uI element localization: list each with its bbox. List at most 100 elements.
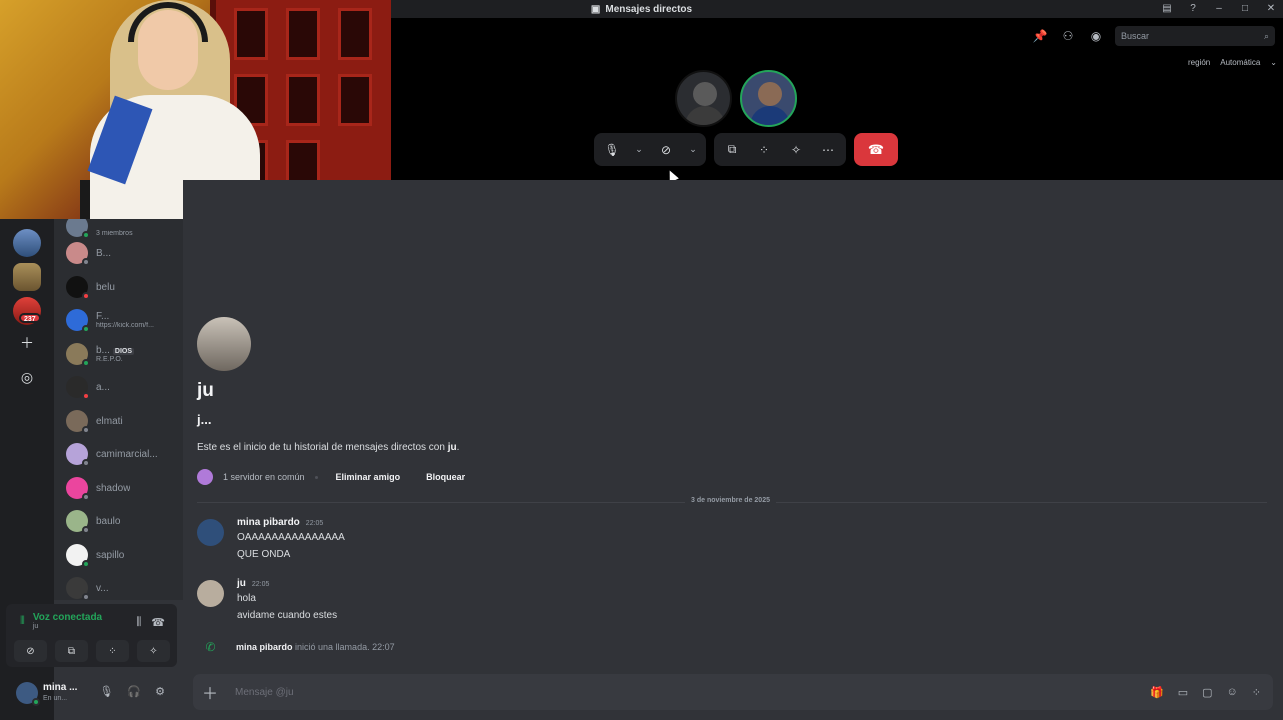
status-online [82, 359, 90, 367]
soundboard-button[interactable]: ✧ [137, 640, 170, 662]
noise-suppression-icon[interactable]: ⫼ [136, 616, 141, 629]
call-toolbar: 📌 ⚇ ◉ Buscar ⌕ [1031, 26, 1275, 46]
message-input[interactable]: Mensaje @ju [227, 687, 1150, 698]
block-button[interactable]: Bloquear [418, 468, 473, 486]
date-divider-label: 3 de noviembre de 2025 [685, 497, 776, 504]
camera-button[interactable]: ⊘ [14, 640, 47, 662]
dm-sub: R.E.P.O. [96, 356, 123, 363]
disconnect-icon[interactable]: ☎ [151, 616, 165, 629]
user-name[interactable]: mina ... [43, 682, 77, 693]
discover-icon[interactable]: ◎ [13, 363, 41, 391]
search-input[interactable]: Buscar ⌕ [1115, 26, 1275, 46]
chevron-down-icon[interactable]: ⌄ [688, 140, 698, 160]
region-selector[interactable]: región Automática ⌄ [1188, 58, 1277, 67]
dm-avatar [66, 219, 90, 239]
headphones-icon[interactable]: 🎧 [127, 685, 141, 698]
screen-share-icon: ⧉ [67, 645, 76, 657]
intro-text-name: ju [447, 442, 457, 453]
activities-button[interactable]: ⁘ [96, 640, 129, 662]
status-online [82, 560, 90, 568]
help-icon[interactable]: ? [1187, 3, 1199, 15]
gift-icon[interactable]: 🎁 [1150, 686, 1164, 699]
voice-actions: ⫼ ☎ [136, 616, 165, 629]
maximize-button[interactable]: □ [1239, 3, 1251, 15]
dm-item[interactable]: baulo [66, 506, 183, 536]
participant-avatar-mina[interactable] [740, 70, 797, 127]
screen-share-button[interactable]: ⧉ [55, 640, 88, 662]
voice-channel-name: ju [32, 623, 39, 630]
apps-icon[interactable]: ⁘ [1252, 686, 1261, 699]
dm-item[interactable]: belu [66, 272, 183, 302]
minimize-button[interactable]: – [1213, 3, 1225, 15]
status-online [82, 325, 90, 333]
microphone-icon[interactable]: 🎙 [99, 685, 113, 698]
more-options-icon[interactable]: ⋯ [818, 140, 838, 160]
mutual-server-icon[interactable] [197, 469, 213, 485]
pin-icon[interactable]: 📌 [1031, 27, 1049, 45]
participant-avatar-ju[interactable] [675, 70, 732, 127]
system-message-author[interactable]: mina pibardo [236, 642, 293, 652]
avatar[interactable] [197, 519, 224, 546]
region-value[interactable]: Automática [1220, 58, 1260, 67]
voice-status[interactable]: ⦀ Voz conectada ju [20, 612, 102, 630]
call-participants [675, 70, 797, 127]
dm-item[interactable]: a... [66, 372, 183, 402]
screen-share-icon[interactable]: ⧉ [722, 140, 742, 160]
avatar[interactable] [197, 580, 224, 607]
user-profile-icon[interactable]: ◉ [1087, 27, 1105, 45]
server-icon-1[interactable] [13, 229, 41, 257]
sticker-icon[interactable]: ▢ [1202, 686, 1212, 699]
add-server-icon[interactable]: ＋ [13, 329, 41, 357]
dm-item[interactable]: shadow [66, 473, 183, 503]
message-author[interactable]: ju [237, 578, 246, 589]
server-icon-2[interactable] [13, 263, 41, 291]
intro-display-name: ju [197, 380, 214, 401]
system-message-time: 22:07 [372, 642, 395, 652]
dm-avatar [66, 577, 90, 600]
voice-status-title: Voz conectada [32, 612, 103, 623]
gif-icon[interactable]: ▭ [1178, 686, 1188, 699]
dm-item[interactable]: elmati [66, 406, 183, 436]
intro-text-prefix: Este es el inicio de tu historial de men… [197, 442, 448, 453]
dm-item[interactable]: B... [66, 238, 183, 268]
window-title: ▣ Mensajes directos [591, 4, 692, 15]
gear-icon[interactable]: ⚙ [155, 685, 165, 698]
avatar-body [750, 106, 790, 125]
dm-avatar [66, 477, 90, 501]
intro-avatar[interactable] [197, 317, 251, 371]
add-friend-icon[interactable]: ⚇ [1059, 27, 1077, 45]
close-button[interactable]: ✕ [1265, 3, 1277, 15]
avatar-body [685, 106, 725, 125]
dm-item[interactable]: sapillo [66, 540, 183, 570]
dm-list: 3 miembros B... belu F... https://kick.c… [54, 219, 183, 600]
avatar[interactable] [16, 682, 40, 706]
chevron-down-icon[interactable]: ⌄ [634, 140, 644, 160]
dm-name: belu [96, 281, 115, 293]
emoji-icon[interactable]: ☺ [1227, 686, 1238, 699]
dm-item[interactable]: camimarcial... [66, 439, 183, 469]
dm-item[interactable]: F... https://kick.com/f... [66, 305, 183, 335]
status-offline [82, 426, 90, 434]
message-author[interactable]: mina pibardo [237, 517, 300, 528]
dm-item[interactable]: v... [66, 573, 183, 600]
disconnect-button[interactable]: ☎ [854, 133, 898, 166]
voice-connected-panel: ⦀ Voz conectada ju ⫼ ☎ ⊘ ⧉ ⁘ ✧ [6, 604, 177, 667]
guild-tag: DIOS [112, 348, 135, 355]
camera-off-icon[interactable]: ⊘ [656, 140, 676, 160]
activities-icon[interactable]: ⁘ [754, 140, 774, 160]
dm-item[interactable]: b... DIOS R.E.P.O. [66, 339, 183, 369]
composer-actions: 🎁 ▭ ▢ ☺ ⁘ [1150, 686, 1273, 699]
avatar-face [693, 82, 717, 106]
mutual-servers-link[interactable]: 1 servidor en común [223, 472, 305, 482]
soundboard-icon[interactable]: ✧ [786, 140, 806, 160]
message-text: OAAAAAAAAAAAAAAA [237, 532, 345, 543]
hangup-icon: ☎ [867, 141, 885, 157]
dm-avatar [66, 242, 90, 266]
dm-avatar [66, 410, 90, 434]
inbox-icon[interactable]: ▤ [1161, 3, 1173, 15]
microphone-icon[interactable]: 🎙 [602, 140, 622, 160]
remove-friend-button[interactable]: Eliminar amigo [328, 468, 409, 486]
search-icon: ⌕ [1263, 30, 1269, 41]
dm-avatar [66, 343, 90, 367]
attach-plus-icon[interactable]: ＋ [193, 680, 227, 704]
